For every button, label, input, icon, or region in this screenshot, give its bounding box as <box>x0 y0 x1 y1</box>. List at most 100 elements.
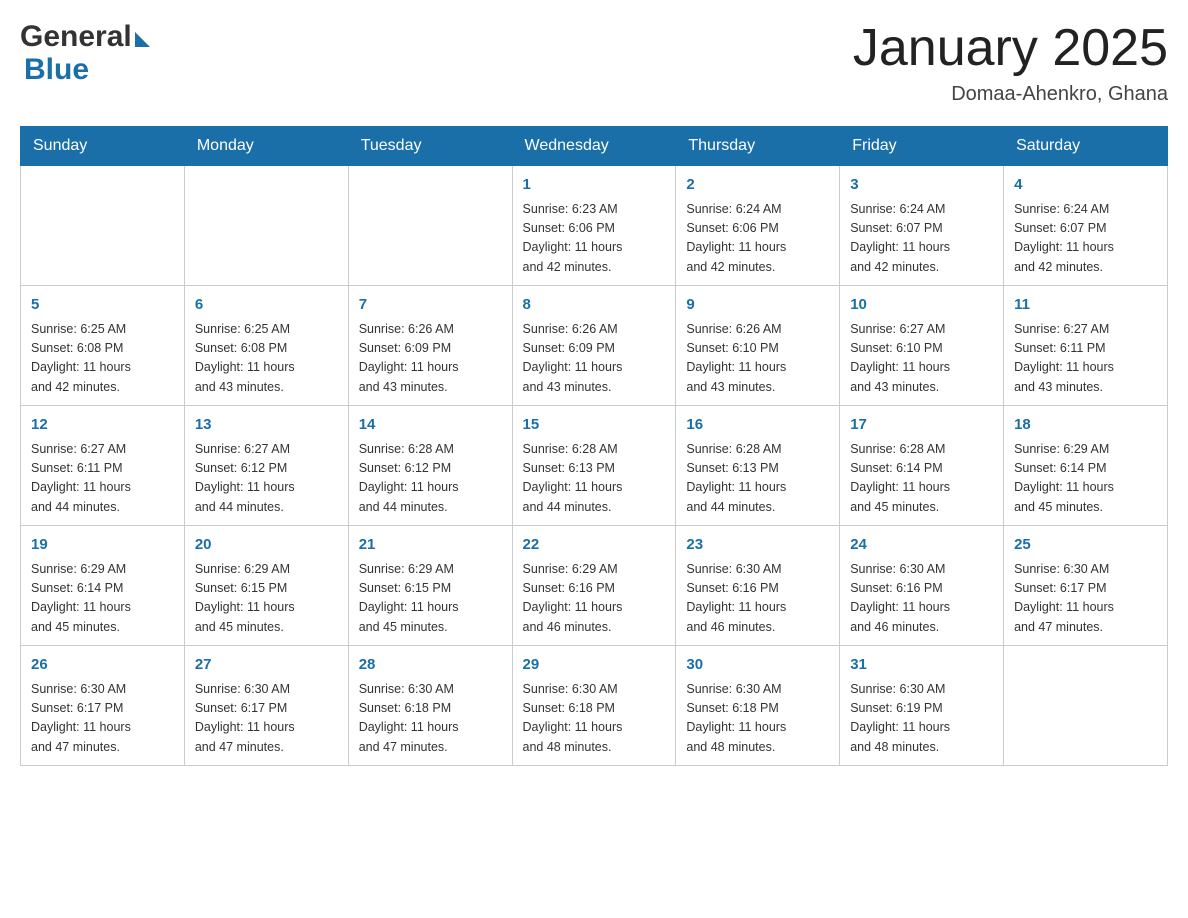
title-section: January 2025 Domaa-Ahenkro, Ghana <box>853 20 1168 106</box>
calendar-cell: 8 Sunrise: 6:26 AM Sunset: 6:09 PM Daylig… <box>512 286 676 406</box>
calendar-cell: 17Sunrise: 6:28 AM Sunset: 6:14 PM Dayli… <box>840 406 1004 526</box>
day-number: 17 <box>850 414 993 437</box>
calendar-cell <box>21 166 185 286</box>
calendar-cell: 7 Sunrise: 6:26 AM Sunset: 6:09 PM Daylig… <box>348 286 512 406</box>
calendar-cell: 31 Sunrise: 6:30 AM Sunset: 6:19 PM Dayli… <box>840 646 1004 766</box>
day-number: 16 <box>686 414 829 437</box>
day-info: Sunrise: 6:30 AM Sunset: 6:18 PM Dayligh… <box>686 680 829 758</box>
day-number: 21 <box>359 534 502 557</box>
calendar-cell: 20 Sunrise: 6:29 AM Sunset: 6:15 PM Dayli… <box>184 526 348 646</box>
day-number: 8 <box>523 294 666 317</box>
calendar-cell: 25 Sunrise: 6:30 AM Sunset: 6:17 PM Dayli… <box>1004 526 1168 646</box>
day-number: 18 <box>1014 414 1157 437</box>
calendar-cell: 28 Sunrise: 6:30 AM Sunset: 6:18 PM Dayli… <box>348 646 512 766</box>
logo-arrow-icon <box>135 32 150 47</box>
calendar-cell <box>1004 646 1168 766</box>
calendar-header-friday: Friday <box>840 127 1004 166</box>
day-info: Sunrise: 6:30 AM Sunset: 6:17 PM Dayligh… <box>195 680 338 758</box>
month-title: January 2025 <box>853 20 1168 77</box>
calendar-cell: 18 Sunrise: 6:29 AM Sunset: 6:14 PM Dayli… <box>1004 406 1168 526</box>
week-row-4: 19Sunrise: 6:29 AM Sunset: 6:14 PM Dayli… <box>21 526 1168 646</box>
day-number: 9 <box>686 294 829 317</box>
day-number: 26 <box>31 654 174 677</box>
day-number: 29 <box>523 654 666 677</box>
calendar-cell: 22 Sunrise: 6:29 AM Sunset: 6:16 PM Dayli… <box>512 526 676 646</box>
day-info: Sunrise: 6:25 AM Sunset: 6:08 PM Dayligh… <box>31 320 174 398</box>
day-number: 22 <box>523 534 666 557</box>
calendar-cell: 6Sunrise: 6:25 AM Sunset: 6:08 PM Daylig… <box>184 286 348 406</box>
day-info: Sunrise: 6:26 AM Sunset: 6:09 PM Dayligh… <box>523 320 666 398</box>
calendar-cell: 29 Sunrise: 6:30 AM Sunset: 6:18 PM Dayli… <box>512 646 676 766</box>
day-number: 12 <box>31 414 174 437</box>
calendar-cell: 13Sunrise: 6:27 AM Sunset: 6:12 PM Dayli… <box>184 406 348 526</box>
calendar-cell: 14 Sunrise: 6:28 AM Sunset: 6:12 PM Dayli… <box>348 406 512 526</box>
day-number: 15 <box>523 414 666 437</box>
location-text: Domaa-Ahenkro, Ghana <box>853 83 1168 106</box>
day-info: Sunrise: 6:30 AM Sunset: 6:16 PM Dayligh… <box>686 560 829 638</box>
day-info: Sunrise: 6:29 AM Sunset: 6:15 PM Dayligh… <box>195 560 338 638</box>
day-info: Sunrise: 6:24 AM Sunset: 6:07 PM Dayligh… <box>850 200 993 278</box>
calendar-cell: 27Sunrise: 6:30 AM Sunset: 6:17 PM Dayli… <box>184 646 348 766</box>
week-row-1: 1 Sunrise: 6:23 AM Sunset: 6:06 PM Daylig… <box>21 166 1168 286</box>
calendar-cell: 11 Sunrise: 6:27 AM Sunset: 6:11 PM Dayli… <box>1004 286 1168 406</box>
calendar-cell: 2 Sunrise: 6:24 AM Sunset: 6:06 PM Daylig… <box>676 166 840 286</box>
page-header: General Blue January 2025 Domaa-Ahenkro,… <box>20 20 1168 106</box>
day-info: Sunrise: 6:29 AM Sunset: 6:16 PM Dayligh… <box>523 560 666 638</box>
day-number: 13 <box>195 414 338 437</box>
calendar-cell: 4 Sunrise: 6:24 AM Sunset: 6:07 PM Daylig… <box>1004 166 1168 286</box>
day-number: 2 <box>686 174 829 197</box>
week-row-5: 26 Sunrise: 6:30 AM Sunset: 6:17 PM Dayli… <box>21 646 1168 766</box>
day-info: Sunrise: 6:28 AM Sunset: 6:12 PM Dayligh… <box>359 440 502 518</box>
day-info: Sunrise: 6:30 AM Sunset: 6:18 PM Dayligh… <box>359 680 502 758</box>
calendar-cell: 23 Sunrise: 6:30 AM Sunset: 6:16 PM Dayli… <box>676 526 840 646</box>
day-number: 31 <box>850 654 993 677</box>
day-number: 25 <box>1014 534 1157 557</box>
day-info: Sunrise: 6:30 AM Sunset: 6:19 PM Dayligh… <box>850 680 993 758</box>
logo-blue-text: Blue <box>24 53 89 86</box>
day-number: 11 <box>1014 294 1157 317</box>
calendar-header-wednesday: Wednesday <box>512 127 676 166</box>
calendar-cell: 9Sunrise: 6:26 AM Sunset: 6:10 PM Daylig… <box>676 286 840 406</box>
calendar-cell: 16 Sunrise: 6:28 AM Sunset: 6:13 PM Dayli… <box>676 406 840 526</box>
day-info: Sunrise: 6:30 AM Sunset: 6:17 PM Dayligh… <box>1014 560 1157 638</box>
day-info: Sunrise: 6:23 AM Sunset: 6:06 PM Dayligh… <box>523 200 666 278</box>
day-info: Sunrise: 6:27 AM Sunset: 6:10 PM Dayligh… <box>850 320 993 398</box>
day-number: 10 <box>850 294 993 317</box>
day-info: Sunrise: 6:29 AM Sunset: 6:14 PM Dayligh… <box>1014 440 1157 518</box>
day-info: Sunrise: 6:28 AM Sunset: 6:13 PM Dayligh… <box>686 440 829 518</box>
calendar-cell: 12 Sunrise: 6:27 AM Sunset: 6:11 PM Dayli… <box>21 406 185 526</box>
day-info: Sunrise: 6:26 AM Sunset: 6:09 PM Dayligh… <box>359 320 502 398</box>
calendar-header-row: SundayMondayTuesdayWednesdayThursdayFrid… <box>21 127 1168 166</box>
calendar-cell: 19Sunrise: 6:29 AM Sunset: 6:14 PM Dayli… <box>21 526 185 646</box>
day-info: Sunrise: 6:27 AM Sunset: 6:11 PM Dayligh… <box>1014 320 1157 398</box>
day-number: 5 <box>31 294 174 317</box>
calendar-header-thursday: Thursday <box>676 127 840 166</box>
calendar-cell: 26Sunrise: 6:30 AM Sunset: 6:17 PM Dayli… <box>21 646 185 766</box>
day-info: Sunrise: 6:24 AM Sunset: 6:07 PM Dayligh… <box>1014 200 1157 278</box>
day-info: Sunrise: 6:30 AM Sunset: 6:18 PM Dayligh… <box>523 680 666 758</box>
day-info: Sunrise: 6:28 AM Sunset: 6:13 PM Dayligh… <box>523 440 666 518</box>
calendar-table: SundayMondayTuesdayWednesdayThursdayFrid… <box>20 126 1168 766</box>
day-number: 14 <box>359 414 502 437</box>
day-number: 30 <box>686 654 829 677</box>
day-number: 24 <box>850 534 993 557</box>
calendar-cell: 3 Sunrise: 6:24 AM Sunset: 6:07 PM Daylig… <box>840 166 1004 286</box>
calendar-cell: 24Sunrise: 6:30 AM Sunset: 6:16 PM Dayli… <box>840 526 1004 646</box>
day-info: Sunrise: 6:27 AM Sunset: 6:11 PM Dayligh… <box>31 440 174 518</box>
day-info: Sunrise: 6:24 AM Sunset: 6:06 PM Dayligh… <box>686 200 829 278</box>
day-info: Sunrise: 6:29 AM Sunset: 6:14 PM Dayligh… <box>31 560 174 638</box>
calendar-cell: 5 Sunrise: 6:25 AM Sunset: 6:08 PM Daylig… <box>21 286 185 406</box>
logo: General Blue <box>20 20 150 86</box>
calendar-header-monday: Monday <box>184 127 348 166</box>
day-number: 20 <box>195 534 338 557</box>
day-number: 23 <box>686 534 829 557</box>
week-row-3: 12 Sunrise: 6:27 AM Sunset: 6:11 PM Dayli… <box>21 406 1168 526</box>
week-row-2: 5 Sunrise: 6:25 AM Sunset: 6:08 PM Daylig… <box>21 286 1168 406</box>
day-number: 7 <box>359 294 502 317</box>
day-number: 1 <box>523 174 666 197</box>
calendar-cell: 10 Sunrise: 6:27 AM Sunset: 6:10 PM Dayli… <box>840 286 1004 406</box>
day-number: 28 <box>359 654 502 677</box>
day-number: 3 <box>850 174 993 197</box>
day-number: 4 <box>1014 174 1157 197</box>
calendar-cell: 21Sunrise: 6:29 AM Sunset: 6:15 PM Dayli… <box>348 526 512 646</box>
